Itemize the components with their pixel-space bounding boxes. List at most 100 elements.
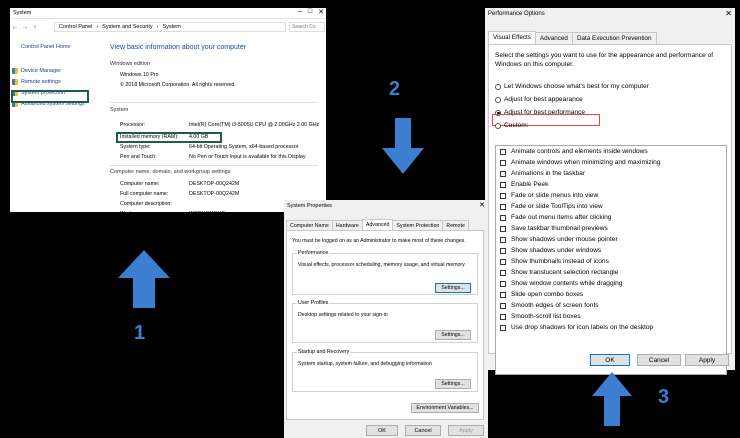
radio-icon[interactable] (495, 83, 501, 90)
edition-value: Windows 10 Pro (120, 72, 159, 78)
back-arrow-icon[interactable]: ← (10, 24, 20, 31)
effect-checkbox-row[interactable]: Fade out menu items after clicking (496, 212, 726, 223)
effect-checkbox-row[interactable]: Show shadows under windows (496, 245, 726, 256)
close-icon[interactable]: ✕ (725, 9, 732, 18)
window-controls: – □ ✕ (298, 8, 324, 16)
close-icon[interactable]: ✕ (318, 8, 324, 16)
sidebar-item-device-manager[interactable]: Device Manager (12, 68, 61, 74)
group-description: Visual effects, processor scheduling, me… (298, 262, 465, 268)
tab-panel: Select the settings you want to use for … (488, 44, 732, 375)
effect-label: Smooth-scroll list boxes (511, 313, 581, 320)
pen-touch-value: No Pen or Touch Input is available for t… (189, 154, 306, 160)
checkbox-icon[interactable] (500, 313, 506, 320)
effect-label: Fade or slide ToolTips into view (511, 203, 603, 210)
effect-checkbox-row[interactable]: Enable Peek (496, 179, 726, 190)
effect-label: Show thumbnails instead of icons (511, 258, 609, 265)
effect-checkbox-row[interactable]: Animate controls and elements inside win… (496, 146, 726, 157)
performance-options-dialog: Performance Options ✕ Visual Effects Adv… (485, 8, 735, 375)
checkbox-icon[interactable] (500, 258, 506, 265)
breadcrumb-item[interactable]: System and Security (102, 24, 152, 30)
radio-let-windows-choose[interactable]: Let Windows choose what's best for my co… (495, 83, 649, 90)
address-bar-row: ← → ↑ Control Panel › System and Security… (10, 21, 326, 34)
radio-icon[interactable] (495, 96, 501, 103)
search-input[interactable]: Search Co (289, 22, 325, 32)
checkbox-icon[interactable] (500, 181, 506, 188)
effect-checkbox-row[interactable]: Smooth edges of screen fonts (496, 300, 726, 311)
cancel-button[interactable]: Cancel (405, 425, 441, 436)
system-type-label: System type: (120, 144, 151, 150)
environment-variables-button[interactable]: Environment Variables... (411, 403, 479, 413)
minimize-icon[interactable]: – (298, 8, 302, 16)
performance-settings-button[interactable]: Settings... (435, 283, 471, 293)
computer-section-title: Computer name, domain, and workgroup set… (110, 169, 231, 175)
ok-button[interactable]: OK (366, 425, 398, 436)
effect-checkbox-row[interactable]: Slide open combo boxes (496, 289, 726, 300)
effect-checkbox-row[interactable]: Fade or slide menus into view (496, 190, 726, 201)
dialog-title: System Properties (287, 203, 332, 209)
effect-checkbox-row[interactable]: Animate windows when minimizing and maxi… (496, 157, 726, 168)
effect-checkbox-row[interactable]: Show thumbnails instead of icons (496, 256, 726, 267)
effect-label: Fade out menu items after clicking (511, 214, 612, 221)
full-name-value: DESKTOP-00Q242M (189, 191, 240, 197)
effect-label: Use drop shadows for icon labels on the … (511, 324, 654, 331)
apply-button[interactable]: Apply (448, 425, 484, 436)
checkbox-icon[interactable] (500, 236, 506, 243)
effect-checkbox-row[interactable]: Save taskbar thumbnail previews (496, 223, 726, 234)
effect-label: Slide open combo boxes (511, 291, 584, 298)
ok-button[interactable]: OK (590, 354, 630, 366)
effect-checkbox-row[interactable]: Show shadows under mouse pointer (496, 234, 726, 245)
tab-advanced[interactable]: Advanced (361, 219, 394, 230)
cancel-button[interactable]: Cancel (637, 354, 681, 366)
tab-visual-effects[interactable]: Visual Effects (488, 31, 536, 44)
step-number-3: 3 (658, 386, 670, 408)
effect-checkbox-row[interactable]: Fade or slide ToolTips into view (496, 201, 726, 212)
advanced-settings-highlight (11, 90, 89, 103)
system-properties-dialog: System Properties ✕ Computer Name Hardwa… (284, 200, 488, 438)
effect-checkbox-row[interactable]: Show translucent selection rectangle (496, 267, 726, 278)
up-arrow-icon (592, 372, 632, 426)
sidebar-home-link[interactable]: Control Panel Home (21, 44, 71, 50)
effect-checkbox-row[interactable]: Show window contents while dragging (496, 278, 726, 289)
effect-label: Animate windows when minimizing and maxi… (511, 159, 661, 166)
maximize-icon[interactable]: □ (308, 8, 312, 16)
sidebar-item-remote-settings[interactable]: Remote settings (12, 79, 61, 85)
checkbox-icon[interactable] (500, 269, 506, 276)
breadcrumb-item[interactable]: System (162, 24, 180, 30)
radio-icon[interactable] (495, 122, 501, 129)
radio-best-appearance[interactable]: Adjust for best appearance (495, 96, 583, 103)
radio-custom[interactable]: Custom: (495, 122, 529, 129)
checkbox-icon[interactable] (500, 324, 506, 331)
startup-settings-button[interactable]: Settings... (435, 379, 471, 389)
checkbox-icon[interactable] (500, 225, 506, 232)
checkbox-icon[interactable] (500, 214, 506, 221)
group-label: User Profiles (297, 300, 330, 306)
effect-checkbox-row[interactable]: Animations in the taskbar (496, 168, 726, 179)
effect-label: Fade or slide menus into view (511, 192, 599, 199)
checkbox-icon[interactable] (500, 280, 506, 287)
system-section-title: System (110, 107, 129, 113)
checkbox-icon[interactable] (500, 291, 506, 298)
checkbox-icon[interactable] (500, 247, 506, 254)
address-bar[interactable]: Control Panel › System and Security › Syst… (54, 22, 286, 32)
breadcrumb-item[interactable]: Control Panel (59, 24, 92, 30)
checkbox-icon[interactable] (500, 170, 506, 177)
checkbox-icon[interactable] (500, 203, 506, 210)
forward-arrow-icon[interactable]: → (20, 24, 30, 31)
close-icon[interactable]: ✕ (479, 201, 485, 209)
effects-list[interactable]: Animate controls and elements inside win… (495, 145, 727, 375)
user-profiles-settings-button[interactable]: Settings... (435, 330, 471, 340)
processor-value: Intel(R) Core(TM) i3-5005U CPU @ 2.00GHz… (189, 122, 320, 128)
copyright-text: © 2018 Microsoft Corporation. All rights… (120, 82, 236, 88)
group-label: Startup and Recovery (297, 349, 351, 355)
workgroup-value: WORKGROUP (189, 211, 225, 217)
effect-label: Show shadows under mouse pointer (511, 236, 618, 243)
effect-checkbox-row[interactable]: Use drop shadows for icon labels on the … (496, 322, 726, 333)
apply-button[interactable]: Apply (685, 354, 729, 366)
effect-checkbox-row[interactable]: Smooth-scroll list boxes (496, 311, 726, 322)
group-description: System startup, system failure, and debu… (298, 361, 432, 367)
checkbox-icon[interactable] (500, 148, 506, 155)
up-arrow-icon[interactable]: ↑ (30, 24, 40, 31)
checkbox-icon[interactable] (500, 192, 506, 199)
checkbox-icon[interactable] (500, 302, 506, 309)
checkbox-icon[interactable] (500, 159, 506, 166)
